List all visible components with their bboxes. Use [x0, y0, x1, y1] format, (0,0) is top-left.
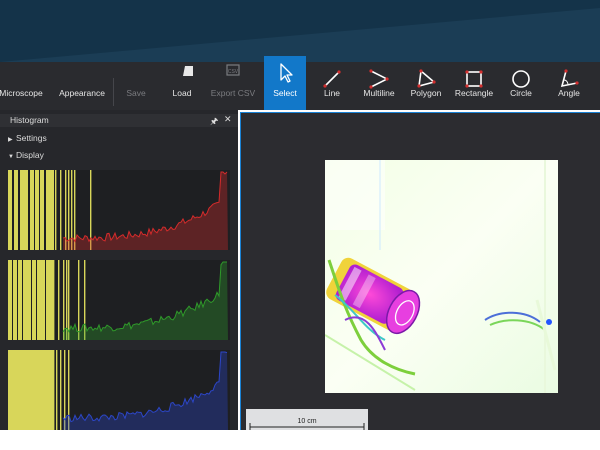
- appearance-button[interactable]: Appearance: [56, 62, 108, 110]
- load-button[interactable]: Load: [160, 62, 204, 110]
- folder-icon: [183, 66, 193, 76]
- polygon-icon: [417, 69, 436, 88]
- microscope-image: [325, 160, 558, 393]
- main-toolbar: Microscope Appearance Save Load CSV Expo…: [0, 56, 600, 110]
- multiline-tool-button[interactable]: Multiline: [356, 62, 402, 110]
- chevron-right-icon: ▶: [8, 137, 13, 143]
- histogram-panel: Histogram 🖈︎ ✕ ▶ Settings ▼ Display: [0, 110, 238, 430]
- multiline-icon: [369, 69, 389, 89]
- rectangle-icon: [465, 70, 483, 88]
- histogram-green: [8, 260, 230, 340]
- microscope-button[interactable]: Microscope: [0, 62, 56, 110]
- circle-icon: [512, 70, 530, 88]
- display-section-toggle[interactable]: ▼ Display: [8, 150, 44, 160]
- rectangle-tool-button[interactable]: Rectangle: [452, 62, 496, 110]
- histogram-red: [8, 170, 230, 250]
- circle-tool-button[interactable]: Circle: [500, 62, 542, 110]
- save-button[interactable]: Save: [116, 62, 156, 110]
- svg-text:CSV: CSV: [228, 69, 239, 75]
- select-button[interactable]: Select: [264, 56, 306, 110]
- chevron-down-icon: ▼: [8, 154, 14, 160]
- cursor-icon: [280, 63, 293, 83]
- toolbar-separator: [113, 78, 114, 106]
- histogram-blue: [8, 350, 230, 430]
- histogram-panel-header: Histogram 🖈︎ ✕: [0, 114, 238, 127]
- angle-icon: [560, 69, 579, 88]
- export-csv-button[interactable]: CSV Export CSV: [204, 62, 262, 110]
- line-tool-button[interactable]: Line: [312, 62, 352, 110]
- settings-section-toggle[interactable]: ▶ Settings: [8, 133, 47, 143]
- histogram-panel-title: Histogram: [10, 115, 49, 125]
- scale-bar: 10 cm: [246, 409, 368, 430]
- close-icon[interactable]: ✕: [224, 114, 232, 125]
- line-icon: [323, 70, 341, 88]
- csv-icon: CSV: [226, 64, 240, 76]
- pin-icon[interactable]: 🖈︎: [210, 114, 218, 130]
- scale-bar-label: 10 cm: [297, 418, 317, 425]
- angle-tool-button[interactable]: Angle: [548, 62, 590, 110]
- polygon-tool-button[interactable]: Polygon: [404, 62, 448, 110]
